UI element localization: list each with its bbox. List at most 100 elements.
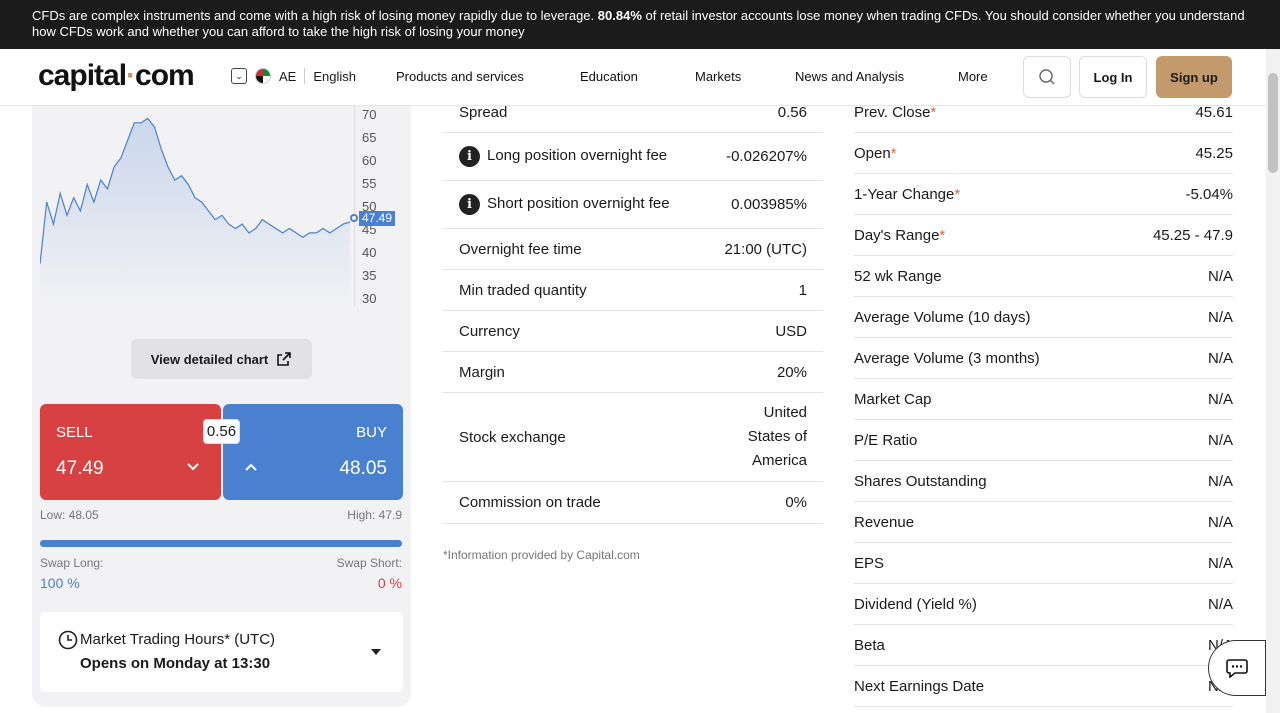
stat-value: N/A <box>1207 554 1233 572</box>
table-row: EPS N/A <box>854 543 1233 584</box>
stat-label: Average Volume (3 months) <box>854 349 1040 367</box>
spec-value: 20% <box>776 363 807 381</box>
asterisk: * <box>890 144 897 162</box>
spread-badge: 0.56 <box>203 419 240 444</box>
spec-label: Margin <box>459 363 505 381</box>
price-chart[interactable] <box>40 106 354 306</box>
external-link-icon <box>277 352 292 366</box>
table-row: i Long position overnight fee -0.026207% <box>443 133 823 181</box>
swap-ratio-fill <box>40 540 402 547</box>
menu-news-and-analysis[interactable]: News and Analysis <box>795 69 904 84</box>
stat-value: N/A <box>1207 472 1233 490</box>
asterisk: * <box>930 103 937 121</box>
table-row: Average Volume (10 days) N/A <box>854 297 1233 338</box>
stat-value: N/A <box>1207 513 1233 531</box>
language-label: English <box>313 68 356 84</box>
table-row: Stock exchange United States of America <box>443 393 823 482</box>
stat-value: 45.61 <box>1195 103 1233 121</box>
spec-value: 1 <box>798 281 807 299</box>
risk-text-pre: CFDs are complex instruments and come wi… <box>32 8 595 23</box>
spec-label: Stock exchange <box>459 428 566 446</box>
chat-button[interactable] <box>1208 640 1266 696</box>
hours-status: Opens on Monday at 13:30 <box>80 655 271 672</box>
stat-label: 52 wk Range <box>854 267 942 285</box>
table-row: Currency USD <box>443 311 823 352</box>
y-axis <box>354 106 355 306</box>
spec-label: Overnight fee time <box>459 240 582 258</box>
search-icon <box>1039 69 1055 85</box>
last-price-marker <box>350 214 358 222</box>
y-tick: 55 <box>362 176 377 191</box>
swap-short-label: Swap Short: <box>336 556 402 570</box>
low-price: Low: 48.05 <box>40 508 99 522</box>
menu-more[interactable]: More <box>958 69 988 84</box>
uae-flag-icon <box>255 68 271 84</box>
menu-markets[interactable]: Markets <box>695 69 741 84</box>
chevron-down-icon: ⌄ <box>231 68 247 84</box>
table-row: Market Cap N/A <box>854 379 1233 420</box>
table-row: Margin 20% <box>443 352 823 393</box>
spec-value: America <box>751 452 807 469</box>
stat-value: N/A <box>1207 267 1233 285</box>
swap-ratio-bar <box>40 540 402 547</box>
table-row: Prev. Close* 45.61 <box>854 92 1233 133</box>
sell-button[interactable]: SELL 47.49 <box>40 404 221 500</box>
y-tick: 30 <box>362 291 377 306</box>
risk-percentage: 80.84% <box>597 8 642 23</box>
stat-label: EPS <box>854 554 885 572</box>
y-tick: 60 <box>362 153 377 168</box>
stat-value: N/A <box>1207 595 1233 613</box>
spec-label: Short position overnight fee <box>487 195 670 212</box>
stat-value: N/A <box>1207 308 1233 326</box>
swap-long-label: Swap Long: <box>40 556 104 570</box>
stat-label: P/E Ratio <box>854 431 918 449</box>
menu-products-and-services[interactable]: Products and services <box>396 69 524 84</box>
stat-label: Revenue <box>854 513 915 531</box>
y-tick: 65 <box>362 130 377 145</box>
scrollbar-thumb[interactable] <box>1268 73 1278 173</box>
spec-value: 0.003985% <box>731 196 807 213</box>
language-selector[interactable]: ⌄ AE English <box>231 68 356 84</box>
info-icon[interactable]: i <box>459 146 480 167</box>
stat-value: 45.25 - 47.9 <box>1152 226 1233 244</box>
table-row: Revenue N/A <box>854 502 1233 543</box>
capital-com-logo[interactable]: capital·com <box>38 59 195 93</box>
stat-label: Next Earnings Date <box>854 677 985 695</box>
swap-long-value: 100 % <box>40 575 80 591</box>
table-row: P/E Ratio N/A <box>854 420 1233 461</box>
high-price: High: 47.9 <box>347 508 402 522</box>
asterisk: * <box>939 226 946 244</box>
spec-value: States of <box>747 428 807 445</box>
stat-label: Beta <box>854 636 885 654</box>
y-tick: 40 <box>362 245 377 260</box>
stat-label: Dividend (Yield %) <box>854 595 977 613</box>
table-row: i Short position overnight fee 0.003985% <box>443 181 823 229</box>
y-tick: 35 <box>362 268 377 283</box>
stat-value: N/A <box>1207 431 1233 449</box>
buy-button[interactable]: BUY 48.05 <box>223 404 403 500</box>
spec-label: Min traded quantity <box>459 281 587 299</box>
spec-value: 21:00 (UTC) <box>724 240 807 258</box>
table-row: Min traded quantity 1 <box>443 270 823 311</box>
table-row: Dividend (Yield %) N/A <box>854 584 1233 625</box>
sell-label: SELL <box>56 424 93 441</box>
market-trading-hours[interactable]: Market Trading Hours* (UTC) Opens on Mon… <box>40 612 403 692</box>
table-row: Next Earnings DateN/A <box>854 666 1233 707</box>
price-area <box>40 118 350 306</box>
menu-education[interactable]: Education <box>580 69 638 84</box>
view-detailed-chart-button[interactable]: View detailed chart <box>131 339 312 379</box>
info-icon[interactable]: i <box>459 194 480 215</box>
stat-label: Market Cap <box>854 390 932 408</box>
stat-label: Prev. Close <box>854 103 931 121</box>
divider <box>304 68 306 84</box>
hours-title: Market Trading Hours* (UTC) <box>80 631 276 648</box>
y-tick: 70 <box>362 107 377 122</box>
table-row: Commission on trade 0% <box>443 482 823 524</box>
logo-dot: · <box>126 59 136 92</box>
chevron-up-icon <box>245 463 257 471</box>
table-row: BetaN/A <box>854 625 1233 666</box>
spec-value: USD <box>775 322 807 340</box>
buy-price: 48.05 <box>339 458 387 479</box>
table-row: Overnight fee time 21:00 (UTC) <box>443 229 823 270</box>
stat-label: Open <box>854 144 891 162</box>
